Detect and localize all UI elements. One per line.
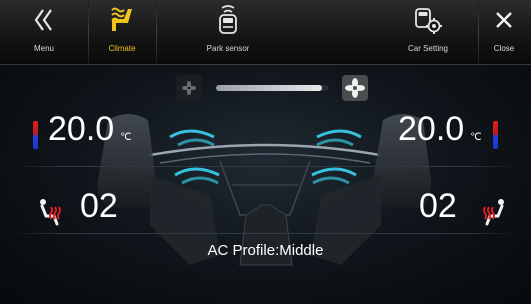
top-nav-bar: Menu Climate Park sensor Car Setting Clo… — [0, 0, 531, 65]
nav-divider — [88, 0, 89, 64]
tab-car-setting[interactable]: Car Setting — [398, 0, 458, 64]
right-temperature-value: 20.0 — [398, 110, 465, 148]
right-temperature-control[interactable]: 20.0 ℃ — [398, 110, 481, 149]
car-setting-label: Car Setting — [407, 44, 449, 53]
climate-icon — [108, 0, 136, 40]
left-temperature-value: 20.0 — [48, 110, 115, 148]
nav-divider — [478, 0, 479, 64]
right-temperature-indicator — [493, 121, 498, 149]
fan-high-icon — [345, 78, 365, 98]
climate-panel: 20.0 ℃ 20.0 ℃ 02 02 AC Profile:Middle — [0, 65, 531, 304]
divider — [14, 166, 517, 167]
left-temperature-unit: ℃ — [120, 132, 132, 143]
tab-park-sensor[interactable]: Park sensor — [196, 0, 260, 64]
fan-increase-button[interactable] — [342, 75, 368, 101]
nav-divider — [156, 0, 157, 64]
left-seat-heater-level: 02 — [80, 187, 118, 225]
divider — [14, 233, 517, 234]
right-seat-heater-button[interactable] — [478, 197, 508, 227]
seat-heater-icon — [40, 199, 61, 226]
car-setting-icon — [413, 0, 443, 40]
fan-speed-fill — [216, 85, 323, 91]
left-seat-heater-button[interactable] — [36, 197, 66, 227]
close-label: Close — [493, 44, 515, 53]
left-temperature-control[interactable]: 20.0 ℃ — [48, 110, 131, 149]
menu-button[interactable]: Menu — [14, 0, 74, 64]
fan-decrease-button[interactable] — [176, 75, 202, 101]
ac-profile-label[interactable]: AC Profile:Middle — [0, 242, 531, 259]
menu-label: Menu — [33, 44, 54, 53]
climate-label: Climate — [108, 44, 136, 53]
seat-heater-icon — [483, 199, 504, 226]
close-button[interactable]: Close — [484, 0, 524, 64]
double-chevron-left-icon — [33, 0, 55, 40]
right-temperature-unit: ℃ — [470, 132, 482, 143]
right-seat-heater-level: 02 — [419, 187, 457, 225]
fan-low-icon — [182, 81, 196, 95]
climate-screen: Menu Climate Park sensor Car Setting Clo… — [0, 0, 531, 304]
left-temperature-indicator — [33, 121, 38, 149]
close-icon — [495, 0, 513, 40]
park-sensor-icon — [217, 0, 239, 40]
tab-climate[interactable]: Climate — [92, 0, 152, 64]
fan-speed-slider[interactable] — [216, 85, 328, 91]
fan-speed-control — [176, 75, 368, 101]
park-sensor-label: Park sensor — [206, 44, 250, 53]
